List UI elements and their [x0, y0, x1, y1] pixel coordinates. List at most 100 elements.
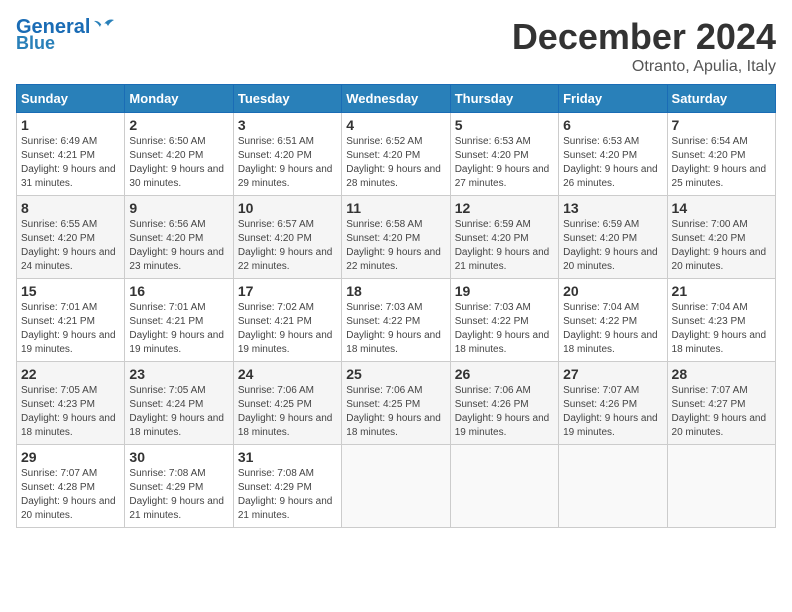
page-header: General Blue December 2024 Otranto, Apul…: [16, 16, 776, 76]
day-number: 4: [346, 117, 445, 133]
calendar-header-saturday: Saturday: [667, 85, 775, 113]
day-number: 2: [129, 117, 228, 133]
logo-bird-icon: [94, 16, 116, 34]
calendar-cell: 14 Sunrise: 7:00 AM Sunset: 4:20 PM Dayl…: [667, 196, 775, 279]
calendar-week-4: 22 Sunrise: 7:05 AM Sunset: 4:23 PM Dayl…: [17, 362, 776, 445]
calendar-cell: 29 Sunrise: 7:07 AM Sunset: 4:28 PM Dayl…: [17, 445, 125, 528]
calendar-header-sunday: Sunday: [17, 85, 125, 113]
day-info: Sunrise: 7:01 AM Sunset: 4:21 PM Dayligh…: [129, 301, 228, 357]
logo: General Blue: [16, 16, 116, 54]
calendar-cell: 12 Sunrise: 6:59 AM Sunset: 4:20 PM Dayl…: [450, 196, 558, 279]
calendar-cell: 28 Sunrise: 7:07 AM Sunset: 4:27 PM Dayl…: [667, 362, 775, 445]
calendar-cell: [667, 445, 775, 528]
day-number: 30: [129, 449, 228, 465]
day-number: 25: [346, 366, 445, 382]
day-number: 23: [129, 366, 228, 382]
calendar-cell: 5 Sunrise: 6:53 AM Sunset: 4:20 PM Dayli…: [450, 113, 558, 196]
day-number: 1: [21, 117, 120, 133]
calendar-cell: 13 Sunrise: 6:59 AM Sunset: 4:20 PM Dayl…: [559, 196, 667, 279]
day-number: 22: [21, 366, 120, 382]
calendar-cell: 25 Sunrise: 7:06 AM Sunset: 4:25 PM Dayl…: [342, 362, 450, 445]
day-number: 27: [563, 366, 662, 382]
calendar-table: SundayMondayTuesdayWednesdayThursdayFrid…: [16, 84, 776, 528]
calendar-cell: 22 Sunrise: 7:05 AM Sunset: 4:23 PM Dayl…: [17, 362, 125, 445]
day-info: Sunrise: 6:54 AM Sunset: 4:20 PM Dayligh…: [672, 135, 771, 191]
day-info: Sunrise: 7:08 AM Sunset: 4:29 PM Dayligh…: [238, 467, 337, 523]
day-number: 13: [563, 200, 662, 216]
day-number: 28: [672, 366, 771, 382]
day-info: Sunrise: 6:51 AM Sunset: 4:20 PM Dayligh…: [238, 135, 337, 191]
calendar-week-2: 8 Sunrise: 6:55 AM Sunset: 4:20 PM Dayli…: [17, 196, 776, 279]
day-number: 6: [563, 117, 662, 133]
calendar-header-friday: Friday: [559, 85, 667, 113]
day-info: Sunrise: 7:00 AM Sunset: 4:20 PM Dayligh…: [672, 218, 771, 274]
calendar-cell: [342, 445, 450, 528]
calendar-cell: 10 Sunrise: 6:57 AM Sunset: 4:20 PM Dayl…: [233, 196, 341, 279]
calendar-cell: 20 Sunrise: 7:04 AM Sunset: 4:22 PM Dayl…: [559, 279, 667, 362]
day-number: 9: [129, 200, 228, 216]
day-info: Sunrise: 7:03 AM Sunset: 4:22 PM Dayligh…: [346, 301, 445, 357]
calendar-cell: 27 Sunrise: 7:07 AM Sunset: 4:26 PM Dayl…: [559, 362, 667, 445]
calendar-cell: 1 Sunrise: 6:49 AM Sunset: 4:21 PM Dayli…: [17, 113, 125, 196]
calendar-cell: 7 Sunrise: 6:54 AM Sunset: 4:20 PM Dayli…: [667, 113, 775, 196]
day-info: Sunrise: 7:07 AM Sunset: 4:26 PM Dayligh…: [563, 384, 662, 440]
day-number: 7: [672, 117, 771, 133]
day-number: 31: [238, 449, 337, 465]
day-info: Sunrise: 7:04 AM Sunset: 4:23 PM Dayligh…: [672, 301, 771, 357]
calendar-cell: [559, 445, 667, 528]
day-info: Sunrise: 7:07 AM Sunset: 4:28 PM Dayligh…: [21, 467, 120, 523]
day-info: Sunrise: 6:53 AM Sunset: 4:20 PM Dayligh…: [563, 135, 662, 191]
day-info: Sunrise: 7:07 AM Sunset: 4:27 PM Dayligh…: [672, 384, 771, 440]
calendar-header-wednesday: Wednesday: [342, 85, 450, 113]
day-info: Sunrise: 7:05 AM Sunset: 4:23 PM Dayligh…: [21, 384, 120, 440]
calendar-cell: 26 Sunrise: 7:06 AM Sunset: 4:26 PM Dayl…: [450, 362, 558, 445]
calendar-week-3: 15 Sunrise: 7:01 AM Sunset: 4:21 PM Dayl…: [17, 279, 776, 362]
calendar-cell: 6 Sunrise: 6:53 AM Sunset: 4:20 PM Dayli…: [559, 113, 667, 196]
calendar-week-1: 1 Sunrise: 6:49 AM Sunset: 4:21 PM Dayli…: [17, 113, 776, 196]
calendar-header-thursday: Thursday: [450, 85, 558, 113]
calendar-cell: 16 Sunrise: 7:01 AM Sunset: 4:21 PM Dayl…: [125, 279, 233, 362]
day-info: Sunrise: 7:03 AM Sunset: 4:22 PM Dayligh…: [455, 301, 554, 357]
calendar-cell: 19 Sunrise: 7:03 AM Sunset: 4:22 PM Dayl…: [450, 279, 558, 362]
day-info: Sunrise: 6:59 AM Sunset: 4:20 PM Dayligh…: [563, 218, 662, 274]
day-info: Sunrise: 7:01 AM Sunset: 4:21 PM Dayligh…: [21, 301, 120, 357]
day-number: 5: [455, 117, 554, 133]
day-info: Sunrise: 7:04 AM Sunset: 4:22 PM Dayligh…: [563, 301, 662, 357]
calendar-cell: 3 Sunrise: 6:51 AM Sunset: 4:20 PM Dayli…: [233, 113, 341, 196]
day-info: Sunrise: 7:06 AM Sunset: 4:25 PM Dayligh…: [346, 384, 445, 440]
day-info: Sunrise: 6:50 AM Sunset: 4:20 PM Dayligh…: [129, 135, 228, 191]
day-info: Sunrise: 6:49 AM Sunset: 4:21 PM Dayligh…: [21, 135, 120, 191]
location: Otranto, Apulia, Italy: [512, 58, 776, 76]
calendar-cell: 11 Sunrise: 6:58 AM Sunset: 4:20 PM Dayl…: [342, 196, 450, 279]
calendar-cell: 2 Sunrise: 6:50 AM Sunset: 4:20 PM Dayli…: [125, 113, 233, 196]
day-number: 19: [455, 283, 554, 299]
calendar-cell: 18 Sunrise: 7:03 AM Sunset: 4:22 PM Dayl…: [342, 279, 450, 362]
calendar-cell: 4 Sunrise: 6:52 AM Sunset: 4:20 PM Dayli…: [342, 113, 450, 196]
day-info: Sunrise: 6:52 AM Sunset: 4:20 PM Dayligh…: [346, 135, 445, 191]
title-block: December 2024 Otranto, Apulia, Italy: [512, 16, 776, 76]
calendar-cell: 8 Sunrise: 6:55 AM Sunset: 4:20 PM Dayli…: [17, 196, 125, 279]
calendar-cell: 9 Sunrise: 6:56 AM Sunset: 4:20 PM Dayli…: [125, 196, 233, 279]
day-number: 10: [238, 200, 337, 216]
day-number: 24: [238, 366, 337, 382]
calendar-header-tuesday: Tuesday: [233, 85, 341, 113]
day-number: 26: [455, 366, 554, 382]
calendar-cell: 31 Sunrise: 7:08 AM Sunset: 4:29 PM Dayl…: [233, 445, 341, 528]
day-number: 14: [672, 200, 771, 216]
day-number: 11: [346, 200, 445, 216]
day-info: Sunrise: 6:58 AM Sunset: 4:20 PM Dayligh…: [346, 218, 445, 274]
calendar-body: 1 Sunrise: 6:49 AM Sunset: 4:21 PM Dayli…: [17, 113, 776, 528]
day-info: Sunrise: 6:55 AM Sunset: 4:20 PM Dayligh…: [21, 218, 120, 274]
day-info: Sunrise: 6:56 AM Sunset: 4:20 PM Dayligh…: [129, 218, 228, 274]
calendar-header-row: SundayMondayTuesdayWednesdayThursdayFrid…: [17, 85, 776, 113]
day-info: Sunrise: 6:53 AM Sunset: 4:20 PM Dayligh…: [455, 135, 554, 191]
day-info: Sunrise: 7:06 AM Sunset: 4:26 PM Dayligh…: [455, 384, 554, 440]
calendar-week-5: 29 Sunrise: 7:07 AM Sunset: 4:28 PM Dayl…: [17, 445, 776, 528]
day-number: 15: [21, 283, 120, 299]
day-info: Sunrise: 7:05 AM Sunset: 4:24 PM Dayligh…: [129, 384, 228, 440]
day-number: 8: [21, 200, 120, 216]
day-info: Sunrise: 6:59 AM Sunset: 4:20 PM Dayligh…: [455, 218, 554, 274]
day-info: Sunrise: 7:08 AM Sunset: 4:29 PM Dayligh…: [129, 467, 228, 523]
day-info: Sunrise: 7:06 AM Sunset: 4:25 PM Dayligh…: [238, 384, 337, 440]
day-info: Sunrise: 6:57 AM Sunset: 4:20 PM Dayligh…: [238, 218, 337, 274]
